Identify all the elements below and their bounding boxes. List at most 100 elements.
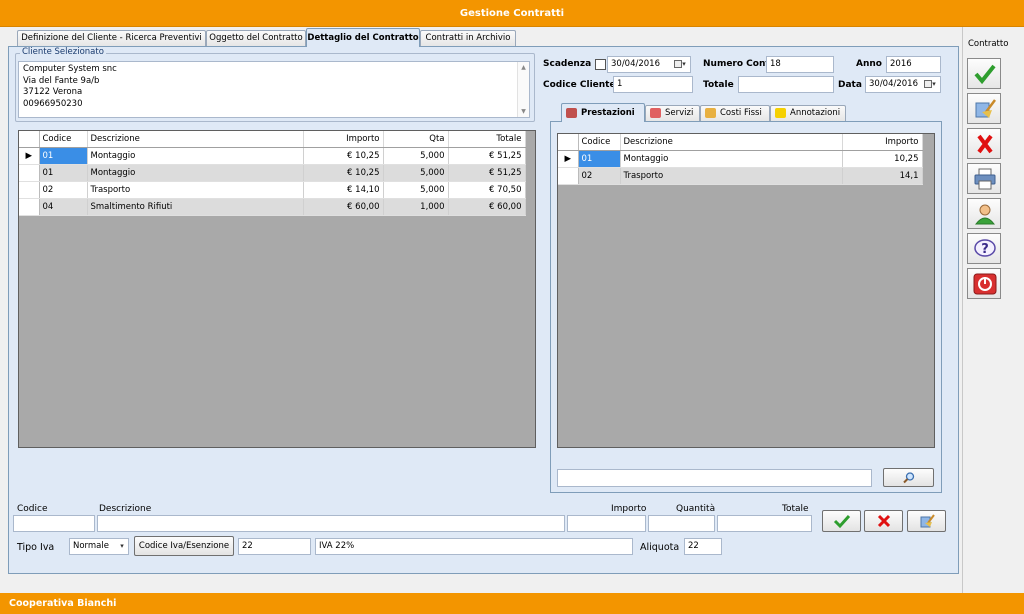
grid-header: Codice Descrizione Importo bbox=[558, 134, 923, 151]
numero-contratto-field[interactable]: 18 bbox=[766, 56, 834, 73]
cliente-line: 37122 Verona bbox=[23, 87, 83, 97]
col-qta[interactable]: Qta bbox=[383, 131, 449, 148]
memo-scrollbar[interactable]: ▲ ▼ bbox=[517, 62, 529, 117]
entry-delete-button[interactable] bbox=[864, 510, 903, 532]
totale-label: Totale bbox=[703, 80, 734, 90]
totale-field[interactable] bbox=[738, 76, 834, 93]
table-row[interactable]: 02 Trasporto 14,1 bbox=[558, 167, 923, 185]
coins-icon bbox=[705, 107, 716, 118]
tab-annotazioni[interactable]: Annotazioni bbox=[770, 105, 846, 121]
tipo-iva-select[interactable]: Normale ▾ bbox=[69, 538, 129, 555]
entry-importo-field[interactable] bbox=[567, 515, 646, 532]
search-icon bbox=[902, 472, 914, 484]
col-codice[interactable]: Codice bbox=[578, 134, 621, 151]
chevron-down-icon[interactable]: ▾ bbox=[117, 540, 127, 553]
search-button[interactable] bbox=[883, 468, 934, 487]
row-indicator-icon: ▶ bbox=[19, 147, 40, 165]
tab-oggetto-contratto[interactable]: Oggetto del Contratto bbox=[206, 30, 306, 46]
cliente-line: 00966950230 bbox=[23, 98, 83, 109]
cancel-button[interactable] bbox=[967, 128, 1001, 159]
entry-confirm-button[interactable] bbox=[822, 510, 861, 532]
col-importo[interactable]: Importo bbox=[303, 131, 384, 148]
col-codice[interactable]: Codice bbox=[39, 131, 88, 148]
tab-servizi[interactable]: Servizi bbox=[645, 105, 700, 121]
cliente-line: Via del Fante 9a/b bbox=[23, 75, 100, 86]
entry-quantita-field[interactable] bbox=[648, 515, 715, 532]
table-row[interactable]: 04 Smaltimento Rifiuti € 60,00 1,000 € 6… bbox=[19, 198, 526, 216]
svg-text:?: ? bbox=[981, 242, 989, 257]
confirm-button[interactable] bbox=[967, 58, 1001, 89]
check-icon bbox=[833, 514, 850, 529]
col-totale[interactable]: Totale bbox=[448, 131, 526, 148]
exit-button[interactable] bbox=[967, 268, 1001, 299]
cliente-memo[interactable]: Computer System snc Via del Fante 9a/b 3… bbox=[18, 61, 530, 118]
table-row[interactable]: ▶ 01 Montaggio € 10,25 5,000 € 51,25 bbox=[19, 147, 526, 165]
power-icon bbox=[973, 273, 997, 295]
iva-code-field[interactable]: 22 bbox=[238, 538, 311, 555]
cliente-group-title: Cliente Selezionato bbox=[20, 47, 106, 57]
cliente-line: Computer System snc bbox=[23, 64, 117, 74]
status-footer: Cooperativa Bianchi bbox=[0, 593, 1024, 614]
side-toolbar-title: Contratto bbox=[968, 39, 1009, 49]
entry-quantita-label: Quantità bbox=[676, 504, 716, 514]
printer-icon bbox=[974, 168, 996, 190]
prestazioni-search-input[interactable] bbox=[557, 469, 872, 487]
tab-definizione-cliente[interactable]: Definizione del Cliente - Ricerca Preven… bbox=[17, 30, 206, 46]
tipo-iva-label: Tipo Iva bbox=[17, 542, 55, 553]
delete-x-icon bbox=[877, 514, 890, 528]
anno-field[interactable]: 2016 bbox=[886, 56, 941, 73]
col-importo[interactable]: Importo bbox=[842, 134, 923, 151]
users-icon bbox=[566, 107, 577, 118]
delete-x-icon bbox=[977, 134, 993, 154]
user-icon bbox=[974, 204, 996, 225]
scroll-down-icon[interactable]: ▼ bbox=[518, 106, 529, 117]
aliquota-label: Aliquota bbox=[640, 542, 680, 553]
table-row[interactable]: 01 Montaggio € 10,25 5,000 € 51,25 bbox=[19, 164, 526, 182]
note-icon bbox=[775, 107, 786, 118]
detail-grid[interactable]: Codice Descrizione Importo Qta Totale ▶ … bbox=[18, 130, 536, 448]
anno-label: Anno bbox=[856, 59, 882, 69]
help-icon: ? bbox=[974, 239, 996, 257]
window-title: Gestione Contratti bbox=[0, 0, 1024, 27]
entry-codice-label: Codice bbox=[17, 504, 48, 514]
print-button[interactable] bbox=[967, 163, 1001, 194]
codice-cliente-field[interactable]: 1 bbox=[613, 76, 693, 93]
grid-header: Codice Descrizione Importo Qta Totale bbox=[19, 131, 526, 148]
tab-contratti-archivio[interactable]: Contratti in Archivio bbox=[420, 30, 516, 46]
numero-contratto-label: Numero Contr bbox=[703, 59, 775, 69]
aliquota-field[interactable]: 22 bbox=[684, 538, 722, 555]
scadenza-date-field[interactable]: 30/04/2016 ▾ bbox=[607, 56, 691, 73]
clear-button[interactable] bbox=[967, 93, 1001, 124]
calendar-dropdown-icon[interactable]: ▾ bbox=[921, 78, 939, 91]
col-descrizione[interactable]: Descrizione bbox=[620, 134, 843, 151]
tab-prestazioni[interactable]: Prestazioni bbox=[561, 103, 645, 122]
entry-descrizione-label: Descrizione bbox=[99, 504, 152, 514]
table-row[interactable]: 02 Trasporto € 14,10 5,000 € 70,50 bbox=[19, 181, 526, 199]
row-indicator-icon: ▶ bbox=[558, 150, 579, 168]
entry-importo-label: Importo bbox=[611, 504, 647, 514]
codice-cliente-label: Codice Cliente bbox=[543, 80, 616, 90]
data-label: Data bbox=[838, 80, 862, 90]
calendar-dropdown-icon[interactable]: ▾ bbox=[671, 58, 689, 71]
broom-icon bbox=[920, 514, 935, 528]
scadenza-checkbox[interactable] bbox=[595, 59, 606, 70]
tab-dettaglio-contratto[interactable]: Dettaglio del Contratto bbox=[306, 28, 420, 47]
data-date-field[interactable]: 30/04/2016 ▾ bbox=[865, 76, 941, 93]
scadenza-label: Scadenza bbox=[543, 59, 592, 69]
entry-clear-button[interactable] bbox=[907, 510, 946, 532]
prestazioni-grid[interactable]: Codice Descrizione Importo ▶ 01 Montaggi… bbox=[557, 133, 935, 448]
services-icon bbox=[650, 107, 661, 118]
broom-icon bbox=[975, 99, 996, 118]
entry-totale-field[interactable] bbox=[717, 515, 812, 532]
tab-costi-fissi[interactable]: Costi Fissi bbox=[700, 105, 770, 121]
iva-description-field[interactable]: IVA 22% bbox=[315, 538, 633, 555]
entry-descrizione-field[interactable] bbox=[97, 515, 565, 532]
help-button[interactable]: ? bbox=[967, 233, 1001, 264]
check-icon bbox=[974, 64, 996, 85]
scroll-up-icon[interactable]: ▲ bbox=[518, 62, 529, 73]
user-button[interactable] bbox=[967, 198, 1001, 229]
table-row[interactable]: ▶ 01 Montaggio 10,25 bbox=[558, 150, 923, 168]
col-descrizione[interactable]: Descrizione bbox=[87, 131, 304, 148]
codice-iva-button[interactable]: Codice Iva/Esenzione bbox=[134, 536, 234, 556]
entry-codice-field[interactable] bbox=[13, 515, 95, 532]
